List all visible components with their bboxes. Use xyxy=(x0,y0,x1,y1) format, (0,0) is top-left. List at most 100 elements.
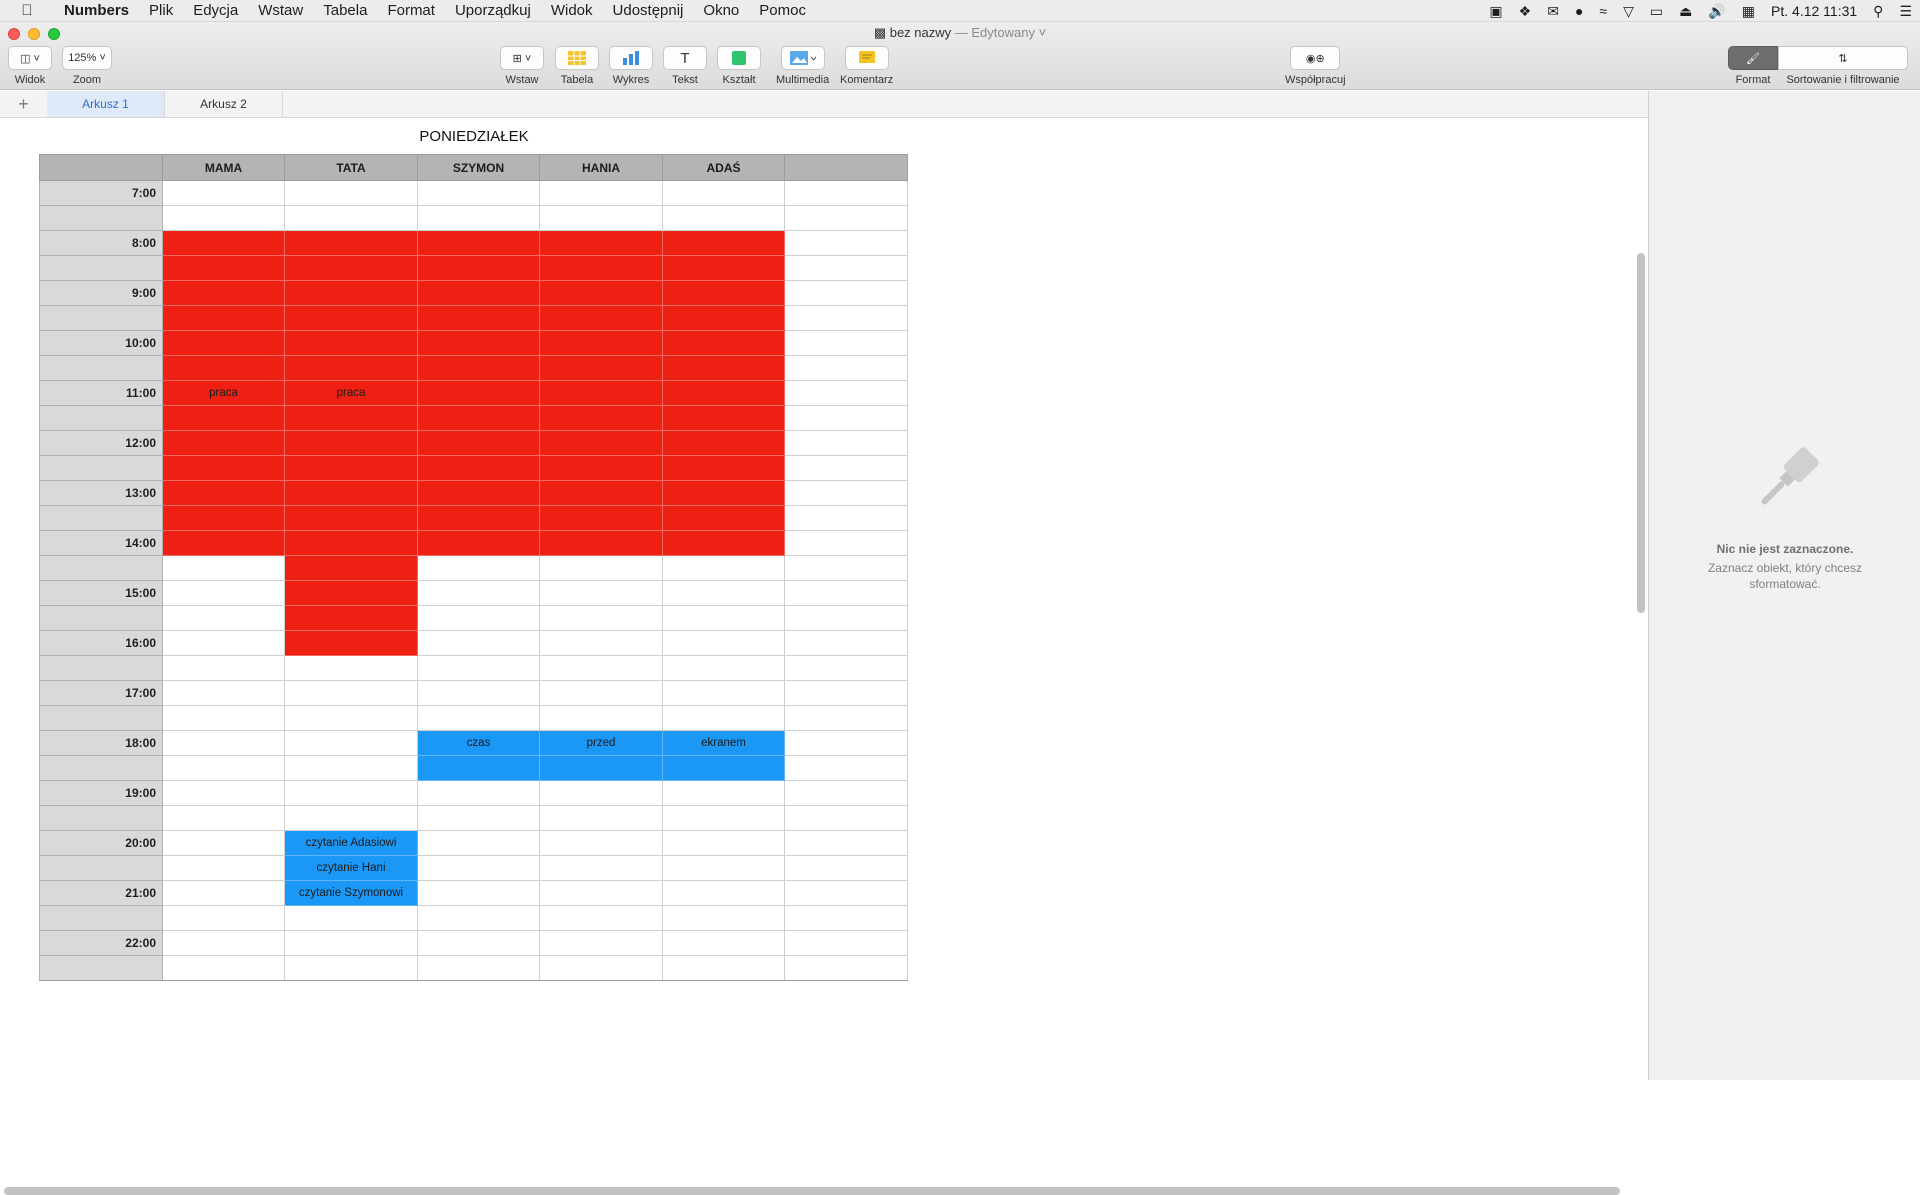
cell-szymon[interactable] xyxy=(417,930,540,956)
cell-mama[interactable] xyxy=(162,180,285,206)
cell-szymon[interactable] xyxy=(417,480,540,506)
cell-tata[interactable] xyxy=(284,630,418,656)
cell-adas[interactable] xyxy=(662,905,785,931)
time-cell[interactable] xyxy=(39,605,163,631)
cell-extra[interactable] xyxy=(784,730,908,756)
comment-button[interactable] xyxy=(844,46,889,70)
cell-szymon[interactable] xyxy=(417,255,540,281)
cell-tata[interactable]: czytanie Adasiowi xyxy=(284,830,418,856)
cell-extra[interactable] xyxy=(784,880,908,906)
cell-tata[interactable] xyxy=(284,805,418,831)
cell-adas[interactable] xyxy=(662,430,785,456)
cell-extra[interactable] xyxy=(784,830,908,856)
cell-szymon[interactable]: czas xyxy=(417,730,540,756)
cell-szymon[interactable] xyxy=(417,580,540,606)
cell-tata[interactable]: czytanie Szymonowi xyxy=(284,880,418,906)
cell-mama[interactable] xyxy=(162,405,285,431)
chart-button[interactable] xyxy=(609,46,653,70)
cell-mama[interactable] xyxy=(162,830,285,856)
menu-udostepnij[interactable]: Udostępnij xyxy=(603,2,694,19)
cell-adas[interactable] xyxy=(662,955,785,981)
cell-hania[interactable] xyxy=(539,230,663,256)
cell-tata[interactable] xyxy=(284,780,418,806)
time-cell[interactable] xyxy=(39,505,163,531)
header-cell-adas[interactable]: ADAŚ xyxy=(662,154,785,181)
cell-hania[interactable] xyxy=(539,630,663,656)
time-cell[interactable] xyxy=(39,255,163,281)
cell-hania[interactable] xyxy=(539,955,663,981)
header-cell-mama[interactable]: MAMA xyxy=(162,154,285,181)
cell-adas[interactable] xyxy=(662,205,785,231)
cell-tata[interactable] xyxy=(284,355,418,381)
time-cell[interactable] xyxy=(39,855,163,881)
cell-mama[interactable]: praca xyxy=(162,380,285,406)
cell-mama[interactable] xyxy=(162,730,285,756)
cell-extra[interactable] xyxy=(784,255,908,281)
cell-hania[interactable] xyxy=(539,355,663,381)
cell-extra[interactable] xyxy=(784,330,908,356)
activity-icon[interactable]: ≈ xyxy=(1591,3,1615,19)
cell-szymon[interactable] xyxy=(417,405,540,431)
record-icon[interactable]: ● xyxy=(1567,3,1591,19)
cell-tata[interactable] xyxy=(284,230,418,256)
time-cell[interactable] xyxy=(39,755,163,781)
cell-extra[interactable] xyxy=(784,655,908,681)
cell-hania[interactable] xyxy=(539,255,663,281)
cell-mama[interactable] xyxy=(162,955,285,981)
cell-szymon[interactable] xyxy=(417,880,540,906)
mail-icon[interactable]: ✉ xyxy=(1539,3,1567,20)
apple-menu-icon[interactable]:  xyxy=(0,2,54,19)
cell-hania[interactable] xyxy=(539,830,663,856)
cell-tata[interactable] xyxy=(284,605,418,631)
cell-tata[interactable] xyxy=(284,255,418,281)
cell-mama[interactable] xyxy=(162,280,285,306)
cell-tata[interactable] xyxy=(284,505,418,531)
cell-mama[interactable] xyxy=(162,530,285,556)
sort-filter-button[interactable]: ⇅ xyxy=(1778,46,1908,70)
header-cell-tata[interactable]: TATA xyxy=(284,154,418,181)
cell-szymon[interactable] xyxy=(417,905,540,931)
cell-szymon[interactable] xyxy=(417,355,540,381)
cell-tata[interactable]: praca xyxy=(284,380,418,406)
cell-adas[interactable] xyxy=(662,305,785,331)
time-cell[interactable]: 11:00 xyxy=(39,380,163,406)
time-cell[interactable]: 13:00 xyxy=(39,480,163,506)
menu-uporzadkuj[interactable]: Uporządkuj xyxy=(445,2,541,19)
cell-hania[interactable] xyxy=(539,505,663,531)
menu-edycja[interactable]: Edycja xyxy=(183,2,248,19)
cell-hania[interactable] xyxy=(539,555,663,581)
cell-adas[interactable] xyxy=(662,280,785,306)
menu-wstaw[interactable]: Wstaw xyxy=(248,2,313,19)
cell-extra[interactable] xyxy=(784,305,908,331)
time-cell[interactable]: 18:00 xyxy=(39,730,163,756)
view-button[interactable]: ◫ ˅ xyxy=(8,46,52,70)
cell-adas[interactable] xyxy=(662,230,785,256)
cell-hania[interactable] xyxy=(539,880,663,906)
cell-extra[interactable] xyxy=(784,905,908,931)
cell-mama[interactable] xyxy=(162,555,285,581)
cell-szymon[interactable] xyxy=(417,830,540,856)
time-cell[interactable] xyxy=(39,205,163,231)
cell-adas[interactable] xyxy=(662,530,785,556)
cell-hania[interactable] xyxy=(539,605,663,631)
cell-tata[interactable] xyxy=(284,330,418,356)
cell-tata[interactable] xyxy=(284,755,418,781)
shape-button[interactable] xyxy=(717,46,761,70)
cell-extra[interactable] xyxy=(784,430,908,456)
calendar-icon[interactable]: ▦ xyxy=(1734,3,1763,20)
cell-hania[interactable] xyxy=(539,930,663,956)
cell-mama[interactable] xyxy=(162,705,285,731)
cell-tata[interactable] xyxy=(284,705,418,731)
spotlight-search-icon[interactable]: ⚲ xyxy=(1865,3,1891,20)
cell-extra[interactable] xyxy=(784,480,908,506)
cell-extra[interactable] xyxy=(784,230,908,256)
cell-extra[interactable] xyxy=(784,605,908,631)
cell-mama[interactable] xyxy=(162,505,285,531)
cell-adas[interactable] xyxy=(662,455,785,481)
cell-hania[interactable] xyxy=(539,780,663,806)
menu-pomoc[interactable]: Pomoc xyxy=(749,2,816,19)
cell-szymon[interactable] xyxy=(417,280,540,306)
table-title[interactable]: PONIEDZIAŁEK xyxy=(32,128,916,145)
time-cell[interactable] xyxy=(39,305,163,331)
tab-arkusz-1[interactable]: Arkusz 1 xyxy=(47,91,165,117)
